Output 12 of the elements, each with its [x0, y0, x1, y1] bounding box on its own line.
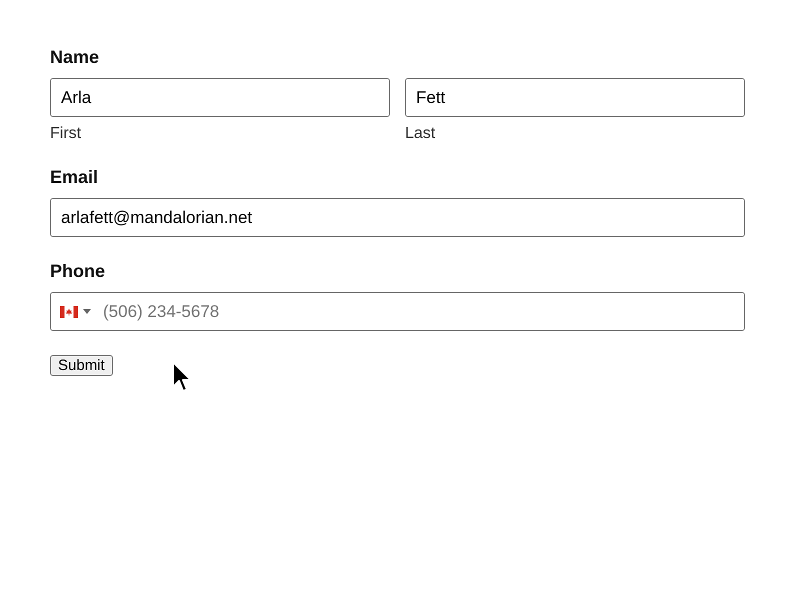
- field-sublabel: Last: [405, 125, 436, 143]
- input-field[interactable]: Fett: [405, 78, 745, 117]
- field-label: Email: [50, 166, 100, 188]
- field-sublabel: First: [50, 125, 82, 143]
- caret-icon: [83, 308, 91, 314]
- input-field[interactable]: Arla: [50, 78, 390, 117]
- field-label: Phone: [50, 260, 106, 282]
- phone-field[interactable]: (506) 234-5678: [50, 292, 745, 331]
- field-label: Name: [50, 46, 100, 68]
- input-field[interactable]: arlafett@mandalorian.net: [50, 198, 745, 237]
- flag-icon: [60, 306, 78, 318]
- submit-button[interactable]: Submit: [50, 355, 113, 376]
